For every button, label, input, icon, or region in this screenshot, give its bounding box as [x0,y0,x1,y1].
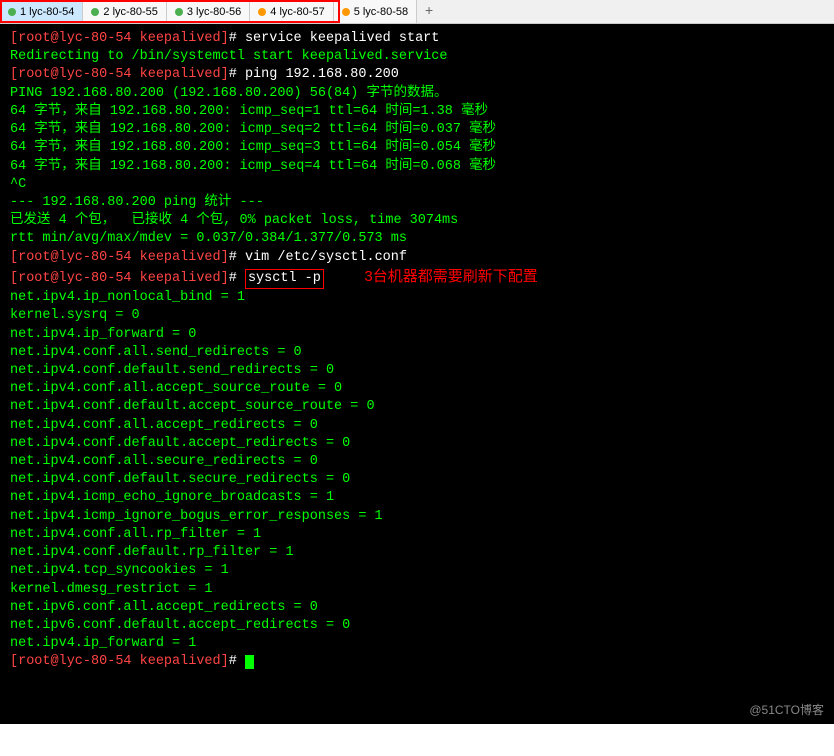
output-line: net.ipv4.conf.default.accept_redirects =… [10,436,350,451]
output-line: net.ipv4.ip_forward = 1 [10,636,196,651]
terminal[interactable]: [root@lyc-80-54 keepalived]# service kee… [0,24,834,724]
output-line: 64 字节，来自 192.168.80.200: icmp_seq=4 ttl=… [10,159,496,174]
output-line: ^C [10,177,26,192]
prompt-suffix: # [229,250,245,265]
command-text: vim /etc/sysctl.conf [245,250,407,265]
tab-3[interactable]: 3 lyc-80-56 [167,0,250,23]
output-line: net.ipv6.conf.all.accept_redirects = 0 [10,600,318,615]
tab-label: 2 lyc-80-55 [103,6,157,18]
prompt-user: [root@lyc-80-54 keepalived] [10,67,229,82]
annotation-text: 3台机器都需要刷新下配置 [364,268,537,285]
output-line: net.ipv4.ip_forward = 0 [10,327,196,342]
status-dot-icon [91,8,99,16]
tab-2[interactable]: 2 lyc-80-55 [83,0,166,23]
tab-5[interactable]: 5 lyc-80-58 [334,0,417,23]
status-dot-icon [258,8,266,16]
cursor-icon [245,655,254,669]
output-line: net.ipv4.conf.all.send_redirects = 0 [10,345,302,360]
prompt-suffix: # [229,31,245,46]
tab-label: 5 lyc-80-58 [354,6,408,18]
tab-label: 4 lyc-80-57 [270,6,324,18]
status-dot-icon [175,8,183,16]
window: 1 lyc-80-54 2 lyc-80-55 3 lyc-80-56 4 ly… [0,0,834,724]
command-text: service keepalived start [245,31,439,46]
plus-icon: + [425,4,433,20]
output-line: net.ipv4.conf.default.rp_filter = 1 [10,545,294,560]
tab-label: 3 lyc-80-56 [187,6,241,18]
output-line: 64 字节，来自 192.168.80.200: icmp_seq=3 ttl=… [10,140,496,155]
output-line: 64 字节，来自 192.168.80.200: icmp_seq=2 ttl=… [10,122,496,137]
output-line: --- 192.168.80.200 ping 统计 --- [10,195,264,210]
prompt-user: [root@lyc-80-54 keepalived] [10,271,229,286]
output-line: Redirecting to /bin/systemctl start keep… [10,49,447,64]
status-dot-icon [8,8,16,16]
output-line: 已发送 4 个包， 已接收 4 个包, 0% packet loss, time… [10,213,458,228]
prompt-user: [root@lyc-80-54 keepalived] [10,31,229,46]
prompt-suffix: # [229,271,245,286]
output-line: net.ipv4.ip_nonlocal_bind = 1 [10,290,245,305]
output-line: net.ipv4.conf.all.secure_redirects = 0 [10,454,318,469]
command-text: ping 192.168.80.200 [245,67,399,82]
new-tab-button[interactable]: + [417,0,441,23]
status-dot-icon [342,8,350,16]
output-line: PING 192.168.80.200 (192.168.80.200) 56(… [10,86,447,101]
output-line: net.ipv4.conf.all.rp_filter = 1 [10,527,261,542]
output-line: kernel.dmesg_restrict = 1 [10,582,213,597]
prompt-user: [root@lyc-80-54 keepalived] [10,250,229,265]
output-line: net.ipv4.conf.default.accept_source_rout… [10,399,375,414]
tab-4[interactable]: 4 lyc-80-57 [250,0,333,23]
output-line: 64 字节，来自 192.168.80.200: icmp_seq=1 ttl=… [10,104,488,119]
tab-label: 1 lyc-80-54 [20,6,74,18]
output-line: net.ipv6.conf.default.accept_redirects =… [10,618,350,633]
output-line: net.ipv4.conf.all.accept_redirects = 0 [10,418,318,433]
output-line: net.ipv4.conf.default.secure_redirects =… [10,472,350,487]
annotation-box-cmd: sysctl -p [245,269,324,289]
prompt-suffix: # [229,67,245,82]
prompt-user: [root@lyc-80-54 keepalived] [10,654,229,669]
output-line: net.ipv4.icmp_ignore_bogus_error_respons… [10,509,383,524]
output-line: net.ipv4.conf.default.send_redirects = 0 [10,363,334,378]
output-line: kernel.sysrq = 0 [10,308,140,323]
prompt-suffix: # [229,654,245,669]
output-line: rtt min/avg/max/mdev = 0.037/0.384/1.377… [10,231,407,246]
output-line: net.ipv4.icmp_echo_ignore_broadcasts = 1 [10,490,334,505]
output-line: net.ipv4.tcp_syncookies = 1 [10,563,229,578]
tab-bar: 1 lyc-80-54 2 lyc-80-55 3 lyc-80-56 4 ly… [0,0,834,24]
output-line: net.ipv4.conf.all.accept_source_route = … [10,381,342,396]
command-text: sysctl -p [248,271,321,286]
watermark: @51CTO博客 [749,701,824,718]
tab-1[interactable]: 1 lyc-80-54 [0,0,83,23]
